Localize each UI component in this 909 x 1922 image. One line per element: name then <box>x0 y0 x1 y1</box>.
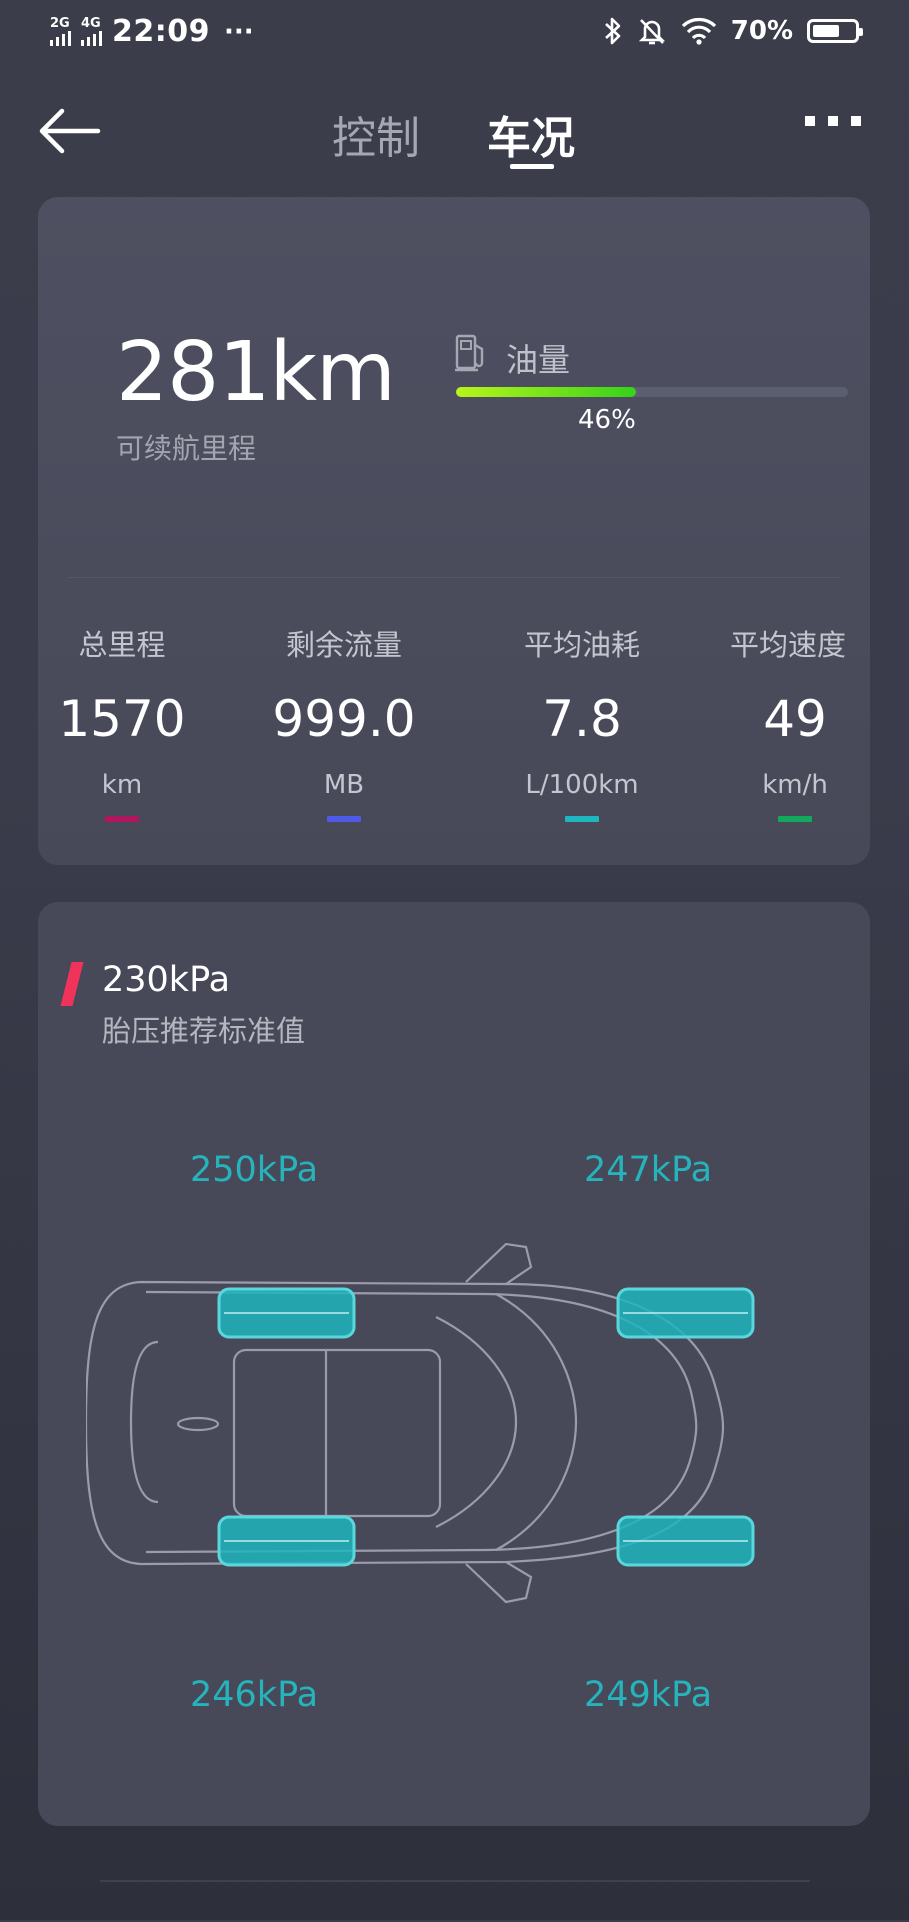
tire-pressure-front-right: 247kPa <box>584 1150 713 1190</box>
driving-range-value: 281km <box>116 325 396 420</box>
stat-label: 平均速度 <box>730 628 847 662</box>
top-nav: 控制 车况 <box>0 90 909 180</box>
fuel-pump-icon <box>455 334 484 372</box>
status-left: 2G 4G 22:09 ··· <box>50 14 254 49</box>
back-arrow-icon <box>39 108 101 154</box>
tab-vehicle-status[interactable]: 车况 <box>487 102 575 166</box>
stat-color-bar <box>105 816 139 822</box>
stat-label: 总里程 <box>78 628 166 662</box>
bottom-edge <box>100 1880 810 1922</box>
more-dot-icon <box>805 116 815 126</box>
sim1-label: 2G <box>50 16 70 31</box>
stat-unit: km/h <box>762 770 828 800</box>
status-right: 70% <box>603 16 863 46</box>
status-bar: 2G 4G 22:09 ··· 70% <box>0 0 909 70</box>
stat-color-bar <box>327 816 361 822</box>
stat-color-bar <box>778 816 812 822</box>
sim2-signal-icon: 4G <box>81 17 102 46</box>
driving-range-label: 可续航里程 <box>116 432 257 465</box>
stat-color-bar <box>565 816 599 822</box>
fuel-level-bar <box>456 387 848 397</box>
stat-value: 49 <box>763 690 827 748</box>
stat-remaining-data: 剩余流量 999.0 MB <box>244 622 444 822</box>
battery-percent: 70% <box>730 16 793 46</box>
active-tab-indicator <box>510 164 554 169</box>
bluetooth-icon <box>604 17 621 45</box>
stat-average-fuel-consumption: 平均油耗 7.8 L/100km <box>482 622 682 822</box>
clock: 22:09 <box>112 14 210 49</box>
tire-pressure-front-left: 250kPa <box>190 1150 319 1190</box>
stat-total-mileage: 总里程 1570 km <box>22 622 222 822</box>
back-button[interactable] <box>36 106 106 156</box>
more-dot-icon <box>828 116 838 126</box>
tab-control[interactable]: 控制 <box>332 102 420 166</box>
stat-unit: L/100km <box>525 770 639 800</box>
stat-unit: MB <box>323 770 365 800</box>
tire-pressure-rear-left: 246kPa <box>190 1675 319 1715</box>
more-dot-icon <box>851 116 861 126</box>
wifi-icon <box>681 18 716 45</box>
sim1-signal-icon: 2G <box>50 17 71 46</box>
notification-more-icon: ··· <box>224 16 254 47</box>
stat-label: 平均油耗 <box>523 628 640 662</box>
fuel-percent: 46% <box>578 405 636 435</box>
tire-pressure-card: 230kPa 胎压推荐标准值 250kPa 247kPa 246kPa 249k… <box>38 902 870 1826</box>
recommended-pressure-value: 230kPa <box>102 960 231 1000</box>
stat-value: 1570 <box>58 690 186 748</box>
mute-bell-icon <box>638 19 665 45</box>
stat-unit: km <box>101 770 143 800</box>
tire-pressure-rear-right: 249kPa <box>584 1675 713 1715</box>
recommended-pressure-label: 胎压推荐标准值 <box>102 1014 306 1048</box>
stat-value: 7.8 <box>542 690 622 748</box>
stat-value: 999.0 <box>272 690 416 748</box>
accent-bar <box>60 962 84 1006</box>
stat-average-speed: 平均速度 49 km/h <box>720 622 870 822</box>
car-top-view-illustration <box>86 1242 755 1604</box>
stat-label: 剩余流量 <box>285 628 402 662</box>
fuel-label: 油量 <box>506 341 571 379</box>
battery-icon <box>807 19 863 43</box>
battery-fill <box>813 25 840 37</box>
vehicle-overview-card: 281km 可续航里程 油量 46% 总里程 1570 km 剩余流量 999.… <box>38 197 870 865</box>
sim2-label: 4G <box>81 16 101 31</box>
more-options-button[interactable] <box>805 116 861 126</box>
divider <box>68 577 840 578</box>
fuel-level-fill <box>456 387 637 397</box>
